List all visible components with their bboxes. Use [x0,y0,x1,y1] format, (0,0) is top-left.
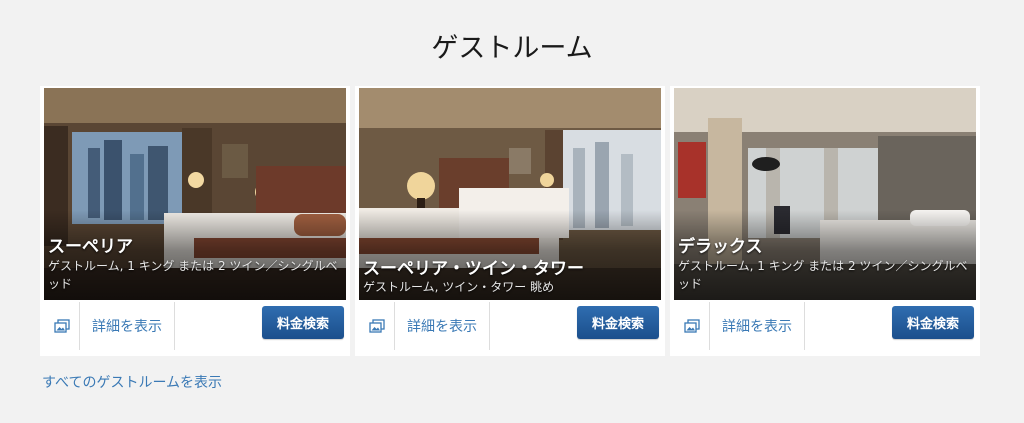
room-description: ゲストルーム, ツイン・タワー 眺め [363,280,555,294]
search-rates-button[interactable]: 料金検索 [262,306,344,339]
photo-gallery-icon-glyph [368,319,385,333]
room-description: ゲストルーム, 1 キング または 2 ツイン／シングルベッド [678,259,968,291]
view-details-link[interactable]: 詳細を表示 [710,302,805,350]
room-name: スーペリア・ツイン・タワー [363,259,584,279]
photo-gallery-icon-glyph [53,319,70,333]
room-card-deluxe: デラックス ゲストルーム, 1 キング または 2 ツイン／シングルベッド 詳細… [670,86,980,356]
room-card-list: スーペリア ゲストルーム, 1 キング または 2 ツイン／シングルベッド 詳細… [40,86,986,356]
page-title: ゲストルーム [431,33,593,64]
room-name: デラックス [678,237,763,257]
photo-gallery-icon[interactable] [359,302,395,350]
room-photo[interactable]: スーペリア ゲストルーム, 1 キング または 2 ツイン／シングルベッド [44,88,346,300]
room-photo[interactable]: デラックス ゲストルーム, 1 キング または 2 ツイン／シングルベッド [674,88,976,300]
room-actions: 詳細を表示 料金検索 [40,302,350,350]
room-card-superior-twin-tower: スーペリア・ツイン・タワー ゲストルーム, ツイン・タワー 眺め 詳細を表示 料… [355,86,665,356]
room-actions: 詳細を表示 料金検索 [355,302,665,350]
search-rates-button[interactable]: 料金検索 [892,306,974,339]
photo-gallery-icon-glyph [683,319,700,333]
view-details-link[interactable]: 詳細を表示 [395,302,490,350]
photo-gallery-icon[interactable] [674,302,710,350]
search-rates-button[interactable]: 料金検索 [577,306,659,339]
room-photo[interactable]: スーペリア・ツイン・タワー ゲストルーム, ツイン・タワー 眺め [359,88,661,300]
photo-gallery-icon[interactable] [44,302,80,350]
view-all-rooms-link[interactable]: すべてのゲストルームを表示 [42,372,222,392]
room-description: ゲストルーム, 1 キング または 2 ツイン／シングルベッド [48,259,338,291]
room-actions: 詳細を表示 料金検索 [670,302,980,350]
room-card-superior: スーペリア ゲストルーム, 1 キング または 2 ツイン／シングルベッド 詳細… [40,86,350,356]
room-name: スーペリア [48,237,133,257]
view-details-link[interactable]: 詳細を表示 [80,302,175,350]
